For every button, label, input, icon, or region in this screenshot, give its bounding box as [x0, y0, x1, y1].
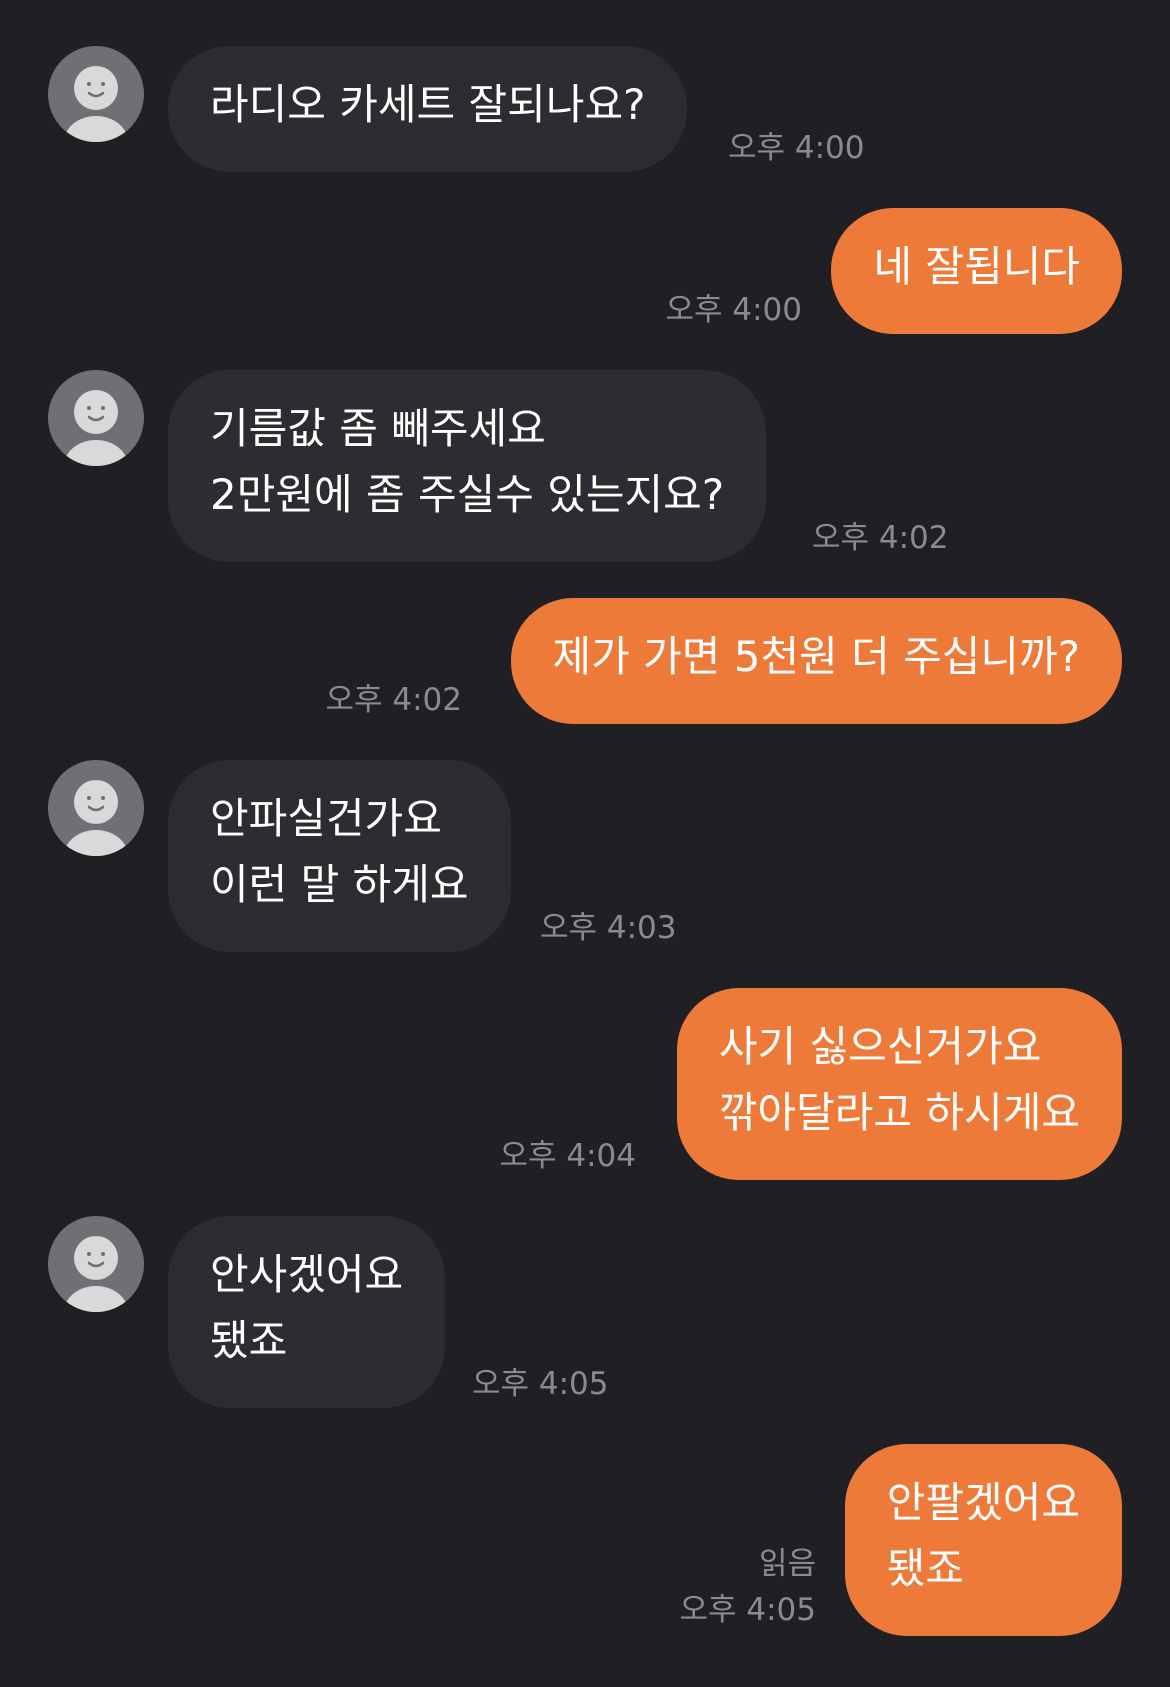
message-text: 2만원에 좀 주실수 있는지요? [210, 470, 725, 519]
message-bubble[interactable]: 라디오 카세트 잘되나요? [168, 46, 688, 172]
person-silhouette-icon [64, 780, 128, 856]
timestamp: 오후 4:00 [728, 130, 865, 166]
read-receipt: 읽음 [758, 1546, 816, 1582]
message-text: 이런 말 하게요 [210, 860, 469, 909]
message-text: 됐죠 [886, 1544, 965, 1593]
timestamp: 오후 4:00 [665, 292, 802, 328]
message-text: 안사겠어요 [210, 1250, 404, 1299]
message-text: 네 잘됩니다 [873, 242, 1080, 291]
message-text: 안파실건가요 [210, 794, 442, 843]
avatar[interactable] [48, 370, 144, 466]
message-bubble[interactable]: 제가 가면 5천원 더 주십니까? [510, 598, 1122, 724]
timestamp: 오후 4:05 [472, 1366, 609, 1402]
message-text: 깎아달라고 하시게요 [718, 1088, 1080, 1137]
timestamp: 오후 4:02 [812, 520, 949, 556]
message-text: 기름값 좀 빼주세요 [210, 404, 546, 453]
message-bubble[interactable]: 사기 싫으신거가요 깎아달라고 하시게요 [676, 988, 1122, 1180]
person-silhouette-icon [64, 1236, 128, 1312]
person-silhouette-icon [64, 66, 128, 142]
avatar[interactable] [48, 760, 144, 856]
timestamp: 오후 4:03 [540, 910, 677, 946]
message-bubble[interactable]: 네 잘됩니다 [831, 208, 1122, 334]
person-silhouette-icon [64, 390, 128, 466]
message-bubble[interactable]: 안파실건가요 이런 말 하게요 [168, 760, 511, 952]
message-text: 됐죠 [210, 1316, 288, 1365]
timestamp: 오후 4:04 [499, 1138, 636, 1174]
message-text: 라디오 카세트 잘되나요? [210, 80, 646, 129]
message-bubble[interactable]: 안팔겠어요 됐죠 [844, 1444, 1122, 1636]
message-text: 안팔겠어요 [886, 1478, 1080, 1527]
message-text: 제가 가면 5천원 더 주십니까? [552, 632, 1080, 681]
message-text: 사기 싫으신거가요 [718, 1022, 1042, 1071]
message-bubble[interactable]: 기름값 좀 빼주세요 2만원에 좀 주실수 있는지요? [168, 370, 767, 562]
chat-thread: 라디오 카세트 잘되나요? 오후 4:00 네 잘됩니다 오후 4:00 기름값… [0, 0, 1170, 1687]
message-bubble[interactable]: 안사겠어요 됐죠 [168, 1216, 446, 1408]
timestamp: 오후 4:05 [679, 1592, 816, 1628]
avatar[interactable] [48, 1216, 144, 1312]
timestamp: 오후 4:02 [325, 682, 462, 718]
avatar[interactable] [48, 46, 144, 142]
